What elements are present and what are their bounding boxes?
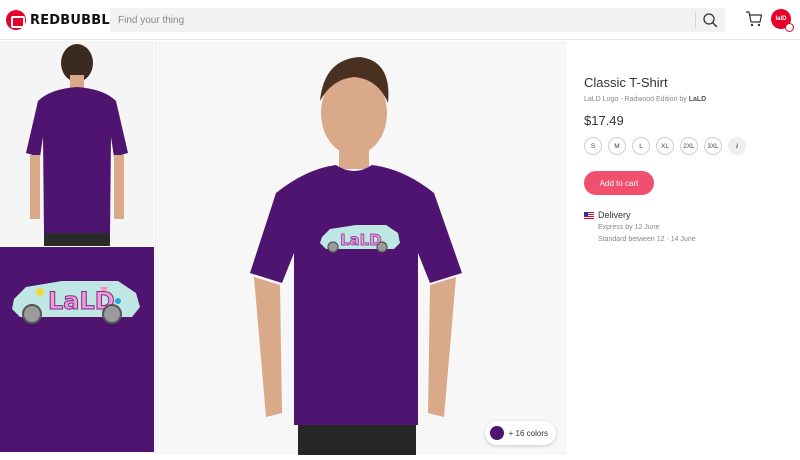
us-flag-icon xyxy=(584,211,594,219)
color-selector-chip[interactable]: + 16 colors xyxy=(484,421,556,445)
redbubble-logo[interactable]: REDBUBBLE xyxy=(6,10,119,30)
thumbnail-print-view[interactable]: LaLD xyxy=(0,247,154,452)
search-divider xyxy=(695,12,696,28)
size-option-s[interactable]: S xyxy=(584,137,602,155)
product-subtitle: LaLD Logo - Radwood Edition by LaLD xyxy=(584,96,706,103)
size-option-xl[interactable]: XL xyxy=(656,137,674,155)
main-product-image[interactable]: LaLD + 16 colors xyxy=(156,41,567,455)
avatar-text: lalD xyxy=(775,16,787,22)
design-name: LaLD Logo - Radwood Edition by xyxy=(584,96,689,103)
delivery-title: Delivery xyxy=(598,210,631,220)
brand-name: REDBUBBLE xyxy=(30,12,119,28)
artist-link[interactable]: LaLD xyxy=(689,96,707,103)
size-option-m[interactable]: M xyxy=(608,137,626,155)
size-selector: S M L XL 2XL 3XL i xyxy=(584,137,746,155)
avatar-badge xyxy=(785,23,794,32)
add-to-cart-button[interactable]: Add to cart xyxy=(584,171,654,195)
express-delivery-date: Express by 12 June xyxy=(598,224,660,231)
size-option-3xl[interactable]: 3XL xyxy=(704,137,722,155)
delivery-heading: Delivery xyxy=(584,210,631,220)
product-title: Classic T-Shirt xyxy=(584,75,668,90)
size-option-l[interactable]: L xyxy=(632,137,650,155)
size-option-2xl[interactable]: 2XL xyxy=(680,137,698,155)
search-bar xyxy=(110,8,725,32)
search-input[interactable] xyxy=(118,8,688,32)
print-view-image: LaLD xyxy=(0,247,154,452)
svg-text:LaLD: LaLD xyxy=(340,231,382,249)
selected-color-swatch xyxy=(489,426,504,440)
standard-delivery-date: Standard between 12 - 14 June xyxy=(598,236,696,243)
logo-icon xyxy=(6,10,26,30)
product-details-panel: Classic T-Shirt LaLD Logo - Radwood Edit… xyxy=(567,41,800,455)
product-price: $17.49 xyxy=(584,113,624,128)
top-header: REDBUBBLE lalD xyxy=(0,0,800,40)
size-info-button[interactable]: i xyxy=(728,137,746,155)
cart-icon[interactable] xyxy=(745,10,763,28)
thumbnail-back-view[interactable] xyxy=(0,41,154,246)
model-tshirt-illustration: LaLD xyxy=(156,41,567,455)
account-avatar[interactable]: lalD xyxy=(771,9,794,32)
more-colors-label: + 16 colors xyxy=(508,428,548,438)
search-icon[interactable] xyxy=(702,12,718,28)
back-view-image xyxy=(0,41,154,246)
